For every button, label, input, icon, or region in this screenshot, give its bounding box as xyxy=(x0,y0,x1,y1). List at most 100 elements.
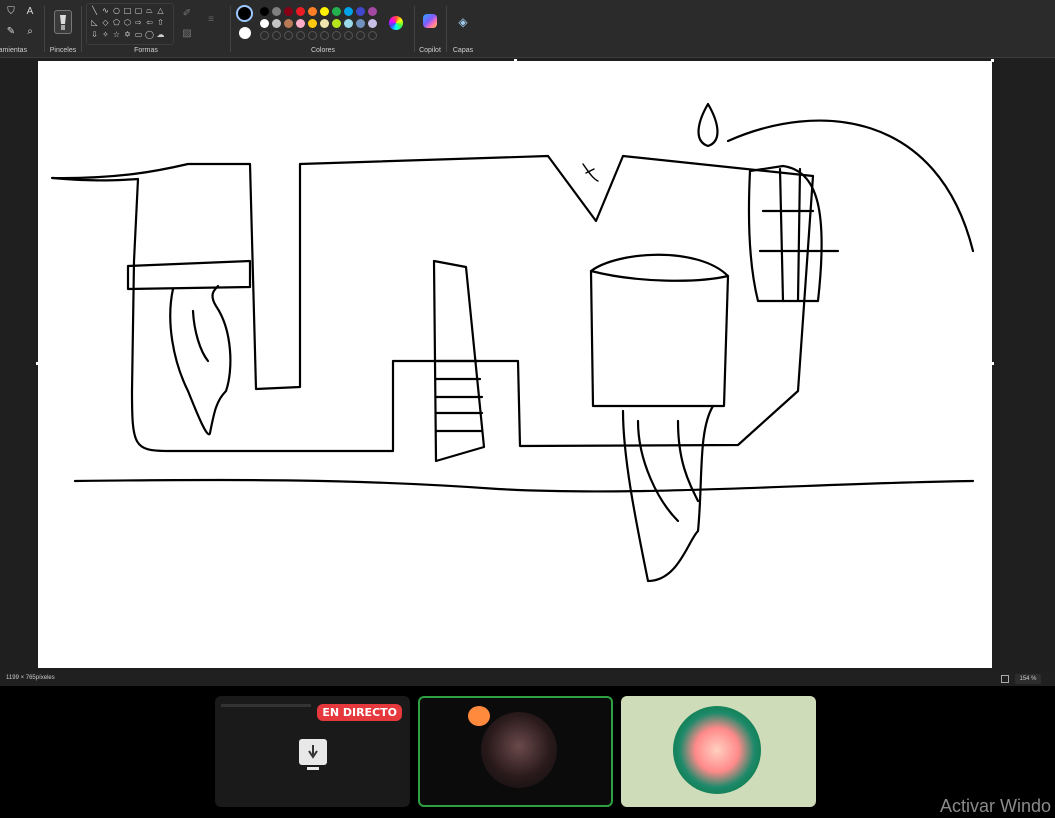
avatar xyxy=(673,706,761,794)
canvas-workspace xyxy=(0,59,1055,672)
color-swatch[interactable] xyxy=(308,7,317,16)
custom-color-slot[interactable] xyxy=(344,31,353,40)
call-participants-bar: EN DIRECTO xyxy=(0,686,1055,818)
participant-tile-active[interactable] xyxy=(418,696,613,807)
rectangle-shape-icon[interactable]: □ xyxy=(123,6,132,15)
pentagon-shape-icon[interactable]: ⬠ xyxy=(112,18,121,27)
copilot-icon[interactable] xyxy=(423,14,437,28)
arrow-right-shape-icon[interactable]: ⇨ xyxy=(134,18,143,27)
resize-handle-top[interactable] xyxy=(514,59,517,62)
star4-shape-icon[interactable]: ✧ xyxy=(101,30,110,39)
drawing-canvas[interactable] xyxy=(38,61,992,668)
divider xyxy=(44,6,45,52)
custom-color-slot[interactable] xyxy=(260,31,269,40)
layers-group-label: Capas xyxy=(452,47,474,54)
custom-color-slot[interactable] xyxy=(296,31,305,40)
color-picker-icon[interactable]: ✎ xyxy=(2,24,20,40)
brush-icon[interactable] xyxy=(54,10,72,34)
screen-share-tile[interactable]: EN DIRECTO xyxy=(215,696,410,807)
color-swatch[interactable] xyxy=(296,19,305,28)
diamond-shape-icon[interactable]: ◇ xyxy=(101,18,110,27)
custom-color-slot[interactable] xyxy=(368,31,377,40)
custom-color-slot[interactable] xyxy=(284,31,293,40)
oval-shape-icon[interactable]: ○ xyxy=(112,6,121,15)
divider xyxy=(81,6,82,52)
zoom-level[interactable]: 154 % xyxy=(1015,674,1041,684)
colors-group-label: Colores xyxy=(310,47,336,54)
edit-colors-icon[interactable] xyxy=(389,16,403,30)
avatar xyxy=(481,712,557,788)
color-swatch[interactable] xyxy=(284,7,293,16)
color-swatch[interactable] xyxy=(320,7,329,16)
color-swatch[interactable] xyxy=(332,7,341,16)
layers-group: ◈ Capas xyxy=(449,0,477,58)
resize-handle-right[interactable] xyxy=(991,362,994,365)
outline-icon[interactable]: ✐ xyxy=(178,6,196,22)
color-swatch[interactable] xyxy=(344,19,353,28)
star6-shape-icon[interactable]: ✡ xyxy=(123,30,132,39)
colors-group: Colores xyxy=(233,0,413,58)
custom-color-slot[interactable] xyxy=(272,31,281,40)
shape-fill-icon[interactable]: ▨ xyxy=(178,26,196,42)
primary-color-swatch[interactable] xyxy=(236,5,253,22)
fit-to-window-icon[interactable] xyxy=(1001,675,1009,683)
arrow-up-shape-icon[interactable]: ⇧ xyxy=(156,18,165,27)
color-swatch[interactable] xyxy=(344,7,353,16)
magnifier-icon[interactable]: ⌕ xyxy=(21,24,39,40)
hexagon-shape-icon[interactable]: ⬡ xyxy=(123,18,132,27)
color-swatch[interactable] xyxy=(320,19,329,28)
shapes-group-label: Formas xyxy=(134,47,158,54)
color-swatch[interactable] xyxy=(272,19,281,28)
right-triangle-shape-icon[interactable]: ◺ xyxy=(90,18,99,27)
custom-color-slot[interactable] xyxy=(356,31,365,40)
layers-icon[interactable]: ◈ xyxy=(454,14,472,30)
polygon-shape-icon[interactable]: ⏢ xyxy=(145,6,154,15)
stroke-size-icon[interactable]: ≡ xyxy=(202,12,220,28)
curve-shape-icon[interactable]: ∿ xyxy=(101,6,110,15)
cat-emoji-icon xyxy=(468,706,490,726)
live-badge: EN DIRECTO xyxy=(317,704,402,721)
canvas-dimensions: 1199 × 765píxeles xyxy=(6,675,55,681)
arrow-down-shape-icon[interactable]: ⇩ xyxy=(90,30,99,39)
paint-app: ⛉ A ✎ ⌕ rramientas Pinceles ╲ ∿ ○ □ ▢ ⏢ … xyxy=(0,0,1055,818)
screen-share-icon xyxy=(299,739,327,771)
color-swatch[interactable] xyxy=(332,19,341,28)
custom-color-slot[interactable] xyxy=(320,31,329,40)
share-preview xyxy=(221,704,311,707)
custom-color-slot[interactable] xyxy=(308,31,317,40)
tools-group-label: rramientas xyxy=(0,47,28,54)
ribbon-toolbar: ⛉ A ✎ ⌕ rramientas Pinceles ╲ ∿ ○ □ ▢ ⏢ … xyxy=(0,0,1055,58)
callout-oval-shape-icon[interactable]: ◯ xyxy=(145,30,154,39)
participant-tile[interactable] xyxy=(621,696,816,807)
resize-handle-left[interactable] xyxy=(36,362,39,365)
color-swatch[interactable] xyxy=(260,7,269,16)
shapes-gallery[interactable]: ╲ ∿ ○ □ ▢ ⏢ △ ◺ ◇ ⬠ ⬡ ⇨ ⇦ ⇧ ⇩ ✧ ☆ ✡ ▭ ◯ xyxy=(86,3,174,45)
color-swatch[interactable] xyxy=(368,19,377,28)
divider xyxy=(230,6,231,52)
color-swatch[interactable] xyxy=(260,19,269,28)
shapes-group: ╲ ∿ ○ □ ▢ ⏢ △ ◺ ◇ ⬠ ⬡ ⇨ ⇦ ⇧ ⇩ ✧ ☆ ✡ ▭ ◯ xyxy=(84,0,228,58)
arrow-left-shape-icon[interactable]: ⇦ xyxy=(145,18,154,27)
color-swatch[interactable] xyxy=(356,7,365,16)
callout-cloud-shape-icon[interactable]: ☁ xyxy=(156,30,165,39)
rounded-rectangle-shape-icon[interactable]: ▢ xyxy=(134,6,143,15)
callout-rect-shape-icon[interactable]: ▭ xyxy=(134,30,143,39)
triangle-shape-icon[interactable]: △ xyxy=(156,6,165,15)
drawing-strokes xyxy=(50,102,975,583)
windows-activation-watermark: Activar Windo xyxy=(940,796,1052,816)
resize-handle-top-right[interactable] xyxy=(991,59,994,62)
color-swatch[interactable] xyxy=(368,7,377,16)
fill-icon[interactable]: ⛉ xyxy=(2,4,20,20)
custom-color-slot[interactable] xyxy=(332,31,341,40)
color-swatch[interactable] xyxy=(296,7,305,16)
line-shape-icon[interactable]: ╲ xyxy=(90,6,99,15)
star5-shape-icon[interactable]: ☆ xyxy=(112,30,121,39)
tools-group: ⛉ A ✎ ⌕ rramientas xyxy=(0,0,44,58)
color-swatch[interactable] xyxy=(308,19,317,28)
secondary-color-swatch[interactable] xyxy=(239,27,251,39)
color-swatch[interactable] xyxy=(284,19,293,28)
color-swatch[interactable] xyxy=(272,7,281,16)
copilot-group-label: Copilot xyxy=(419,47,441,54)
text-icon[interactable]: A xyxy=(21,4,39,20)
color-swatch[interactable] xyxy=(356,19,365,28)
